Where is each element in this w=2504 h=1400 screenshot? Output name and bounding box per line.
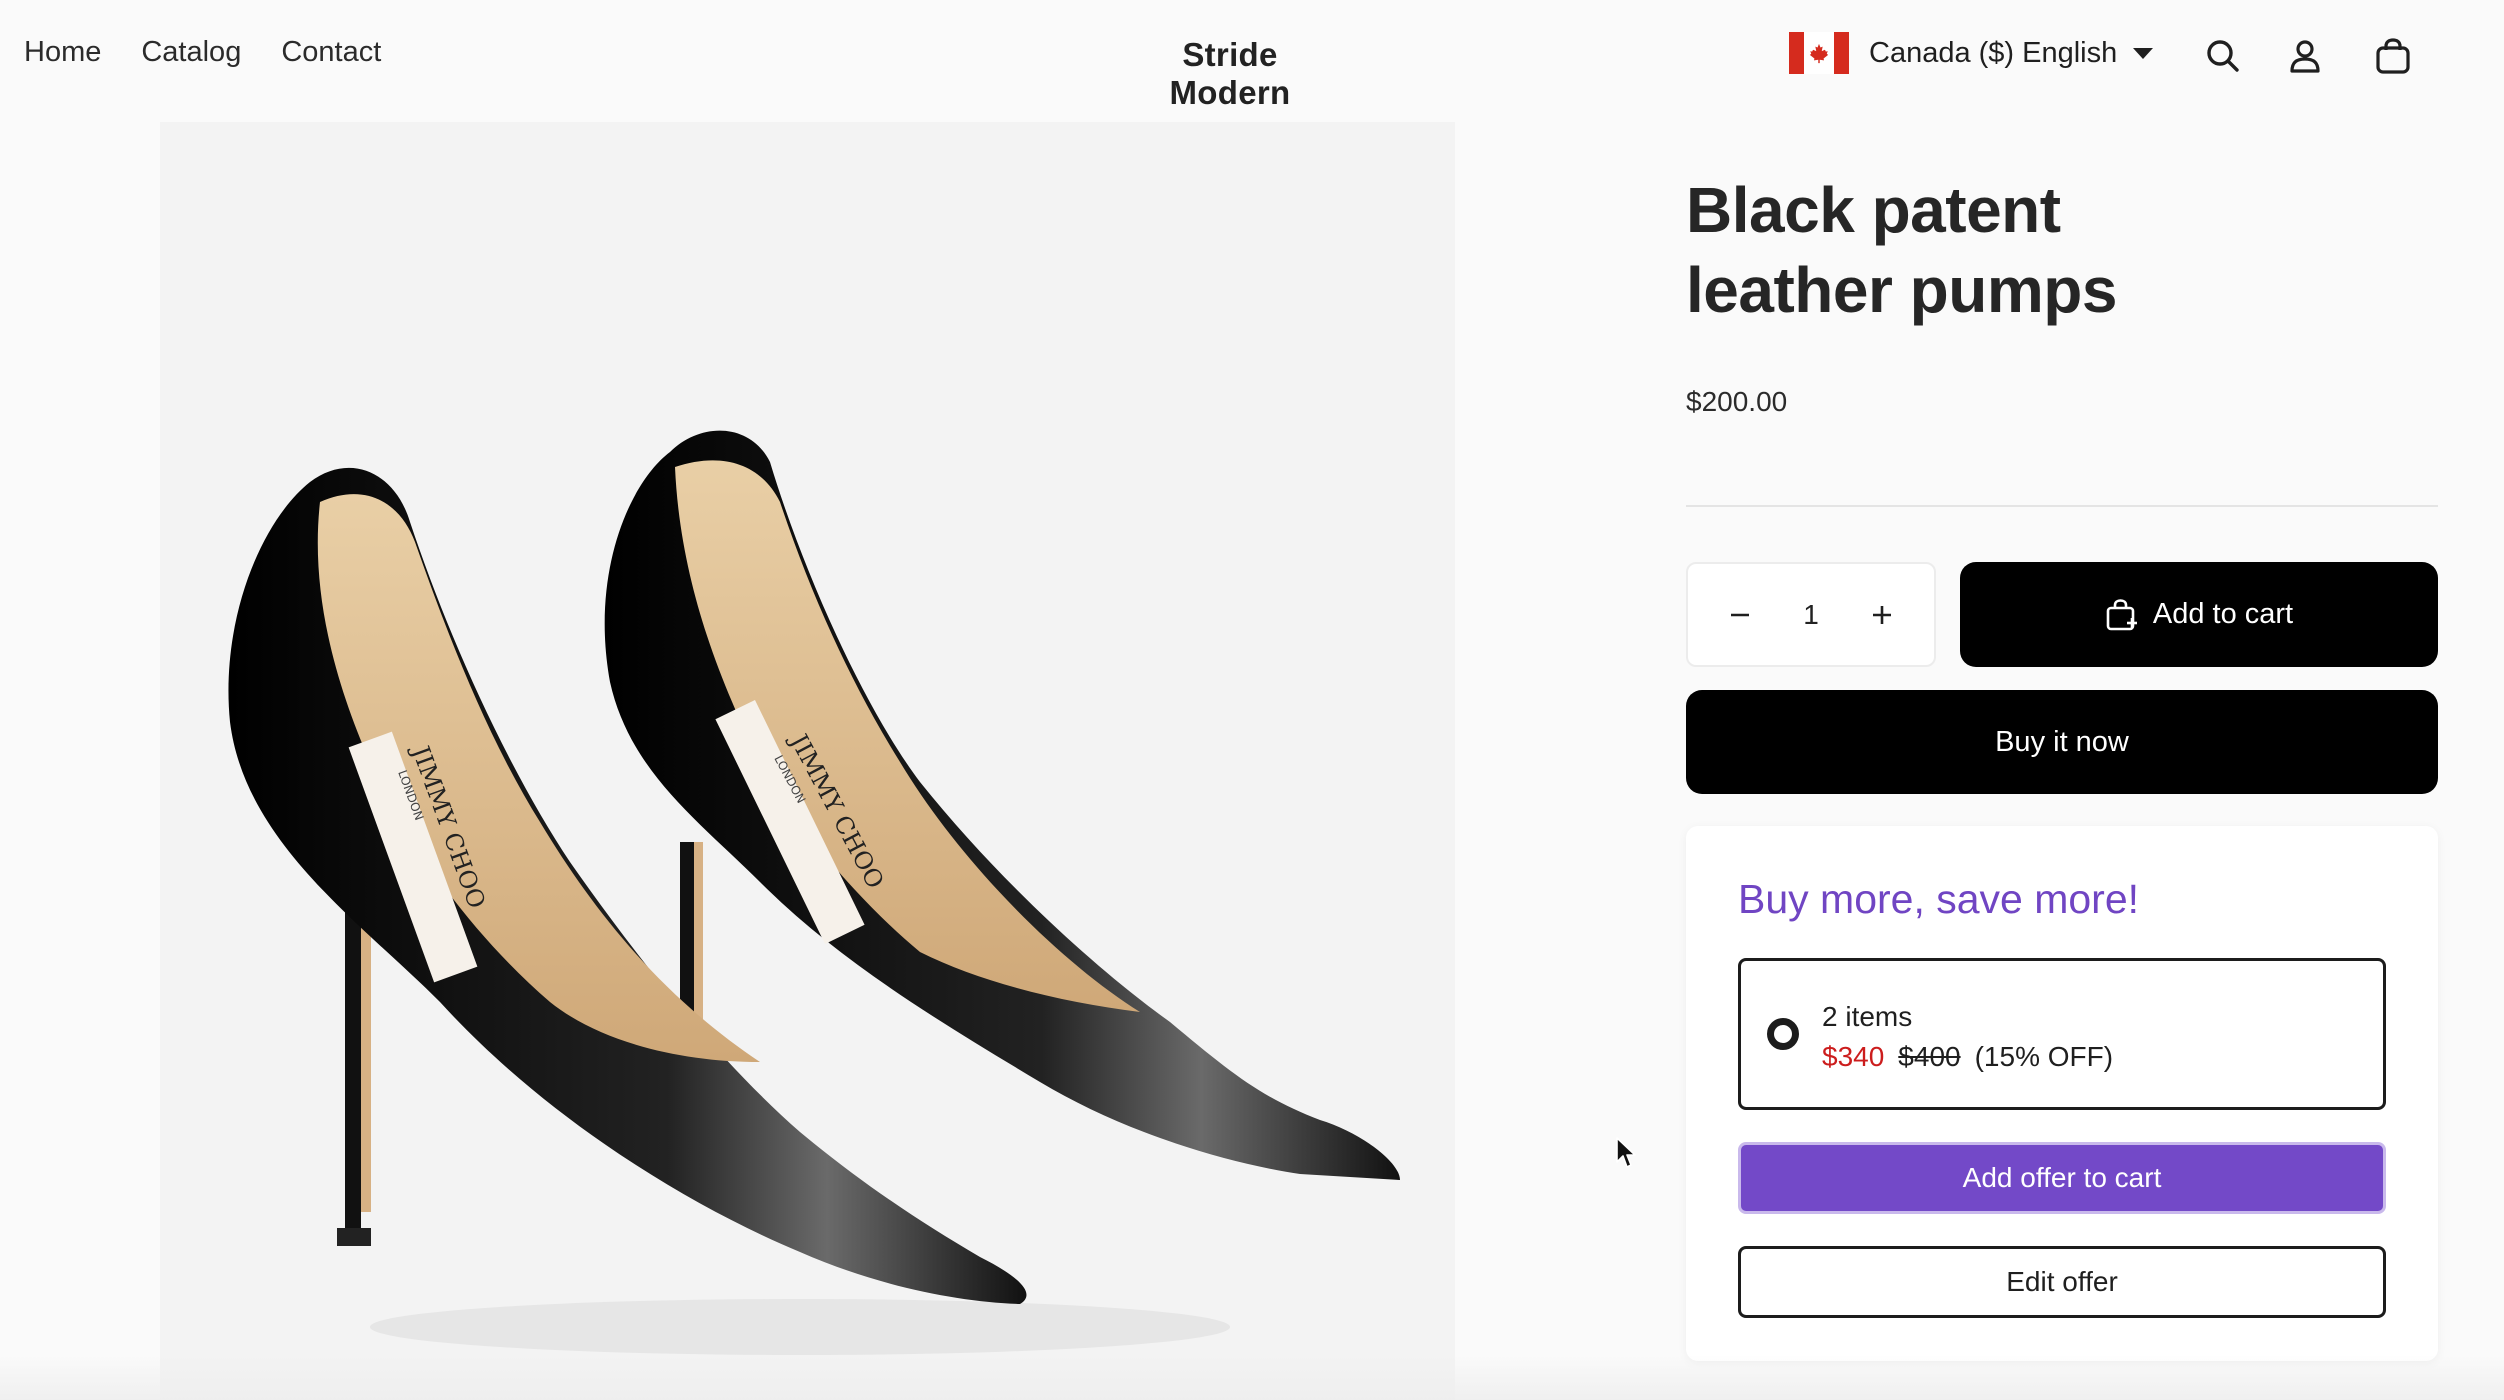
locale-selector[interactable]: Canada ($) English [1789,32,2154,74]
chevron-down-icon [2133,47,2154,59]
offer-original-price: $400 [1898,1041,1961,1072]
main-nav: Home Catalog Contact [24,36,381,69]
buy-it-now-button[interactable]: Buy it now [1686,690,2438,794]
search-icon[interactable] [2203,36,2243,76]
offer-option-2-items[interactable]: 2 items $340 $400 (15% OFF) [1738,958,2386,1110]
store-logo[interactable]: Stride Modern [1120,36,1340,112]
bottom-fade [0,1355,2504,1400]
increase-quantity-button[interactable] [1864,597,1900,633]
site-header: Home Catalog Contact Stride Modern Canad… [0,0,2504,115]
nav-contact-link[interactable]: Contact [281,36,381,69]
product-title: Black patent leather pumps [1686,174,2117,326]
offer-price-line: $340 $400 (15% OFF) [1822,1041,2113,1073]
add-to-cart-bag-icon [2106,598,2137,630]
add-offer-to-cart-button[interactable]: Add offer to cart [1738,1142,2386,1214]
product-page: Home Catalog Contact Stride Modern Canad… [0,0,2504,1400]
quantity-input[interactable]: 1 [1803,599,1819,631]
nav-catalog-link[interactable]: Catalog [141,36,241,69]
quantity-stepper: 1 [1686,562,1936,667]
locale-label: Canada ($) English [1869,36,2118,69]
divider [1686,505,2438,507]
nav-home-link[interactable]: Home [24,36,101,69]
offer-radio-button[interactable] [1767,1018,1799,1050]
add-to-cart-label: Add to cart [2152,598,2294,630]
black-pumps-illustration: JIMMY CHOO LONDON JIMMY CHOO LONDON [228,430,1400,1355]
offer-quantity-label: 2 items [1822,1001,1913,1032]
decrease-quantity-button[interactable] [1722,597,1758,633]
plus-icon [1872,605,1891,624]
canada-flag-icon [1789,32,1849,74]
cart-bag-icon[interactable] [2373,36,2413,76]
edit-offer-button[interactable]: Edit offer [1738,1246,2386,1318]
product-image[interactable]: JIMMY CHOO LONDON JIMMY CHOO LONDON [160,122,1455,1400]
offer-discount: (15% OFF) [1974,1041,2114,1072]
offer-sale-price: $340 [1822,1041,1885,1072]
product-price: $200.00 [1686,386,1788,417]
bundle-offer-widget: Buy more, save more! 2 items $340 $400 (15… [1686,826,2438,1361]
minus-icon [1731,613,1749,616]
add-to-cart-button[interactable]: Add to cart [1960,562,2438,667]
mouse-cursor-icon [1616,1137,1636,1168]
account-icon[interactable] [2285,36,2325,76]
offer-heading: Buy more, save more! [1738,876,2140,922]
